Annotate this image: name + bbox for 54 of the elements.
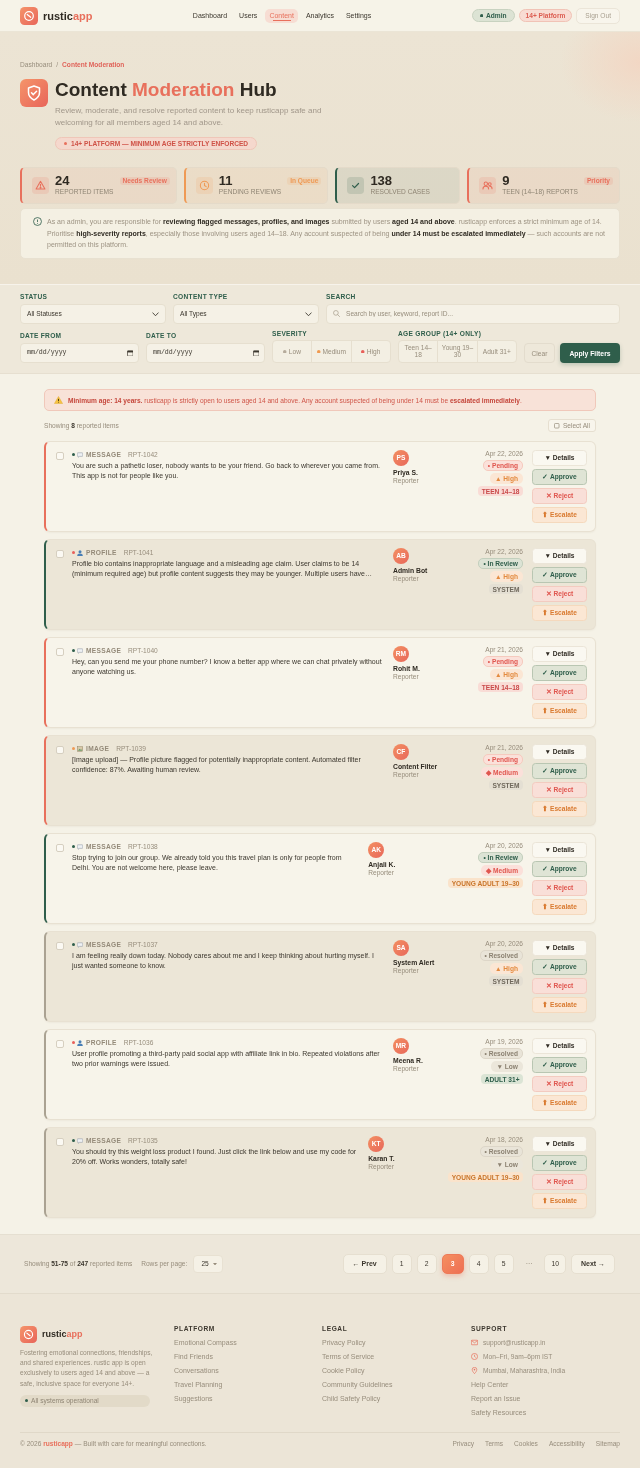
stat-value: 9 <box>502 174 511 189</box>
info-icon <box>33 217 42 227</box>
brand-name[interactable]: rusticapp <box>43 9 93 22</box>
check-icon <box>347 177 365 194</box>
clock-icon <box>195 177 213 194</box>
type-dot-icon <box>72 845 75 849</box>
speech-bubble-icon <box>77 843 83 850</box>
type-dot-icon <box>72 649 75 653</box>
checkbox-icon <box>554 423 560 429</box>
type-dot-icon <box>72 453 75 457</box>
type-dot-icon <box>72 551 75 555</box>
clock-icon <box>471 1353 478 1361</box>
location-pin-icon <box>471 1367 478 1375</box>
logo-icon[interactable] <box>20 1325 37 1343</box>
speech-bubble-icon <box>77 1137 83 1144</box>
shield-icon <box>20 79 48 107</box>
person-icon <box>77 1039 83 1046</box>
brand-name[interactable]: rusticapp <box>42 1329 83 1340</box>
type-dot-icon <box>72 1041 75 1045</box>
type-dot-icon <box>72 943 75 947</box>
stat-value: 138 <box>370 174 394 189</box>
calendar-icon <box>126 349 133 357</box>
search-icon <box>333 310 340 318</box>
page-subtitle: Review, moderate, and resolve reported content to keep rusticapp safe and welcoming for all members aged 14 and above. <box>55 105 323 129</box>
status-dot-icon <box>479 13 484 18</box>
checkbox[interactable] <box>56 843 64 852</box>
envelope-icon <box>471 1339 478 1347</box>
checkbox[interactable] <box>56 647 64 656</box>
chevron-down-icon <box>152 311 159 316</box>
stat-value: 11 <box>218 174 234 189</box>
checkbox[interactable] <box>56 549 64 558</box>
speech-bubble-icon <box>77 941 83 948</box>
checkbox[interactable] <box>56 941 64 950</box>
checkbox[interactable] <box>56 745 64 754</box>
checkbox[interactable] <box>56 1039 64 1048</box>
chevron-down-icon <box>305 311 312 316</box>
type-dot-icon <box>72 747 75 751</box>
warning-icon <box>32 177 49 194</box>
stat-value: 24 <box>55 174 71 189</box>
users-icon <box>479 177 497 194</box>
speech-bubble-icon <box>77 647 83 654</box>
warning-icon <box>54 396 63 405</box>
picture-icon <box>77 745 83 752</box>
logo-icon[interactable] <box>20 6 38 25</box>
page-title: Content Moderation Hub <box>55 78 277 102</box>
status-dot-icon <box>25 1399 28 1403</box>
checkbox[interactable] <box>56 1137 64 1146</box>
type-dot-icon <box>72 1139 75 1143</box>
caret-icon <box>213 1262 218 1266</box>
speech-bubble-icon <box>77 451 83 458</box>
dot-icon <box>64 142 67 146</box>
calendar-icon <box>252 349 259 357</box>
person-icon <box>77 549 83 556</box>
checkbox[interactable] <box>56 451 64 460</box>
